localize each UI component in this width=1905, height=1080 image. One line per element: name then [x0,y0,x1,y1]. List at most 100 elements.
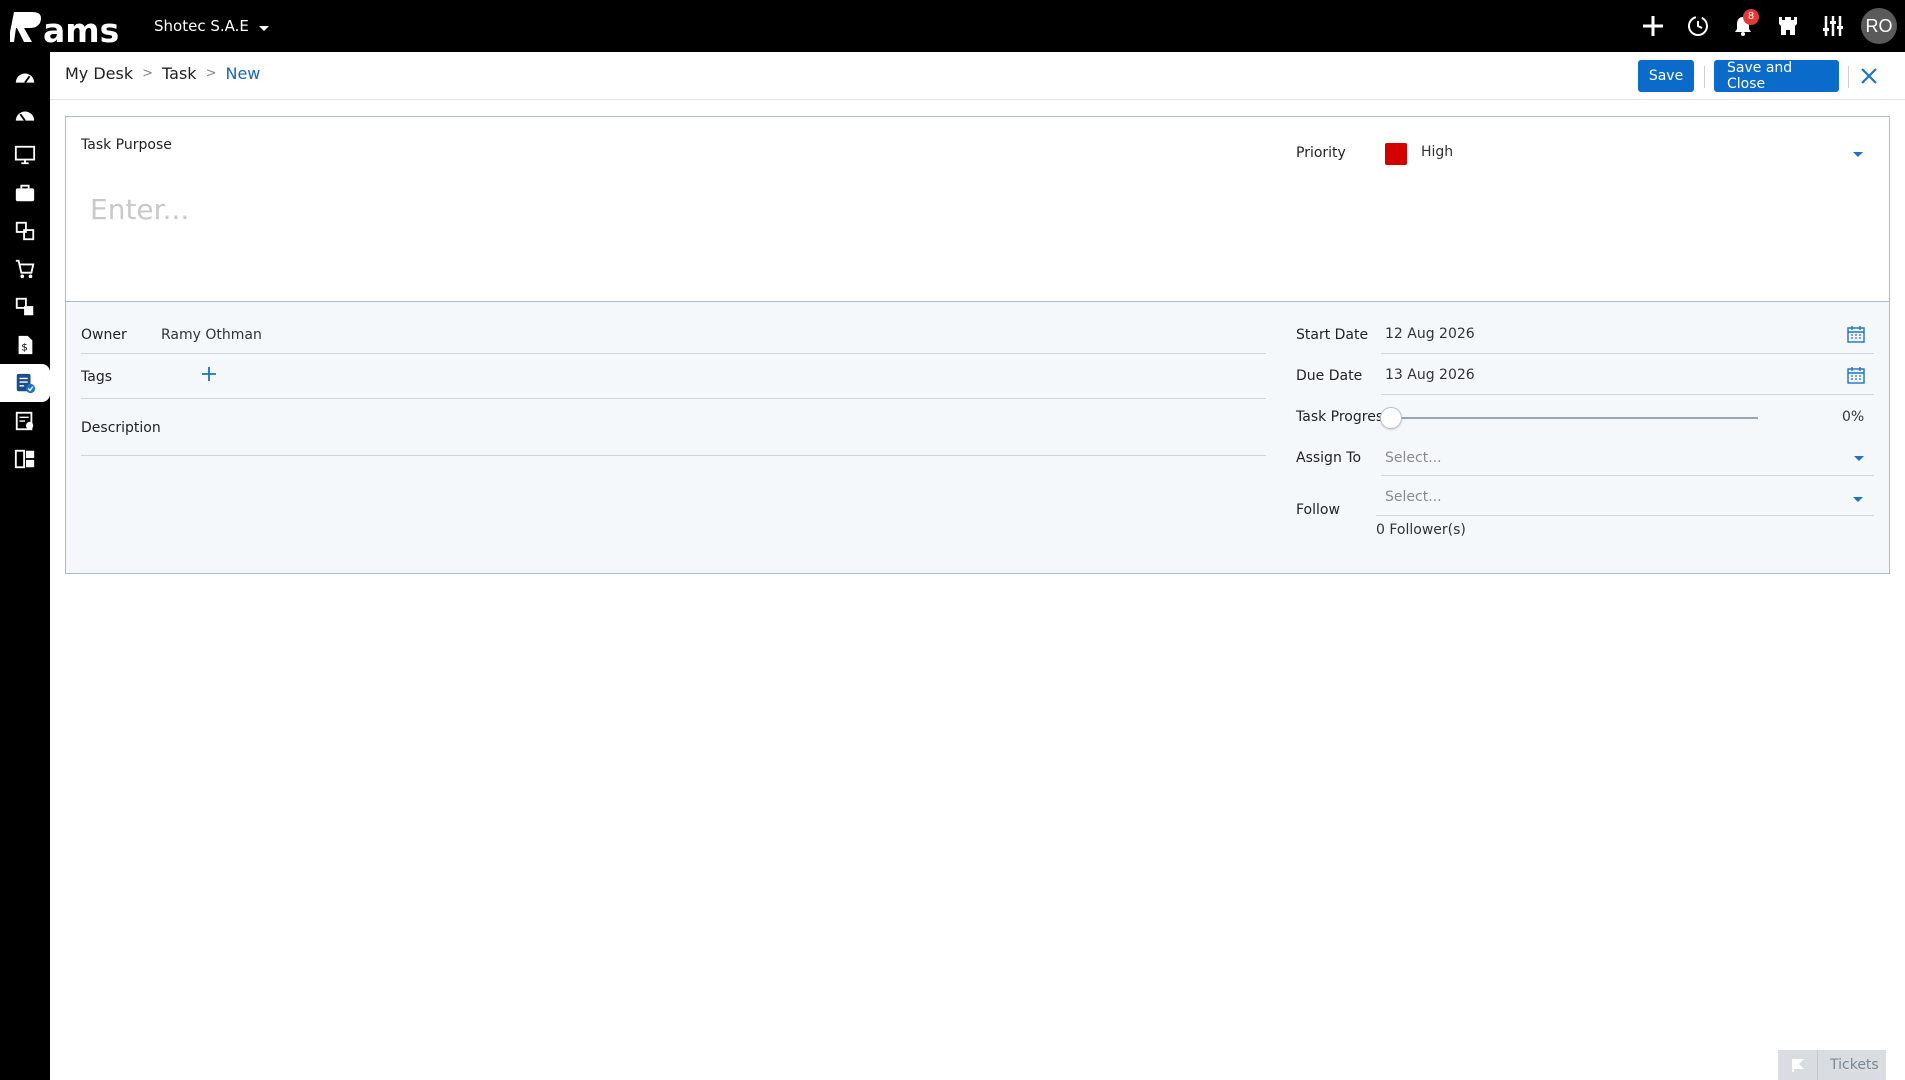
sidebar-item-modules-alt[interactable] [0,288,50,326]
chevron-right-icon: > [205,66,217,81]
briefcase-icon [15,184,35,202]
priority-label: Priority [1296,145,1346,161]
sidebar-item-monitor[interactable] [0,136,50,174]
add-button[interactable] [1630,0,1675,52]
start-date-value[interactable]: 12 Aug 2026 [1385,326,1475,342]
dashboard-gauge-icon [15,73,35,84]
owner-label: Owner [81,327,127,343]
modules-icon [15,221,35,241]
due-date-value[interactable]: 13 Aug 2026 [1385,367,1475,383]
user-avatar[interactable]: RO [1861,8,1897,44]
history-icon [1687,16,1708,36]
owner-value[interactable]: Ramy Othman [161,327,262,343]
sidebar-item-cart[interactable] [0,250,50,288]
breadcrumb-task[interactable]: Task [162,64,197,83]
close-icon [1861,68,1877,84]
app-logo[interactable]: ams [10,6,130,46]
breadcrumb-my-desk[interactable]: My Desk [65,64,133,83]
notification-badge: 8 [1743,9,1759,25]
priority-dropdown-icon[interactable] [1853,152,1863,157]
task-form-header: Task Purpose Enter... Priority High [66,117,1889,302]
divider [1376,515,1874,516]
sidebar-item-invoice[interactable] [0,402,50,440]
tickets-label: Tickets [1830,1057,1879,1073]
task-purpose-input[interactable]: Enter... [90,193,189,226]
sliders-icon [1822,16,1843,36]
divider [1381,353,1874,354]
chevron-right-icon: > [142,66,154,81]
notifications-button[interactable]: 8 [1720,0,1765,52]
divider [81,398,1266,399]
invoice-icon [15,411,34,431]
company-name: Shotec S.A.E [154,17,249,35]
calendar-icon [1847,367,1865,384]
breadcrumb-new: New [225,64,261,83]
chevron-down-icon [258,25,269,31]
rams-logo-icon: ams [10,11,119,46]
flag-icon [1791,1059,1804,1072]
task-progress-value: 0% [1842,409,1865,425]
settings-button[interactable] [1810,0,1855,52]
close-button[interactable] [1857,64,1881,88]
save-button[interactable]: Save [1638,60,1694,92]
monitor-icon [14,145,36,165]
shopping-cart-icon [15,259,35,279]
top-actions: 8 RO [1630,0,1905,52]
top-bar: ams Shotec S.A.E 8 RO [0,0,1905,52]
plus-icon [202,367,216,381]
sidebar-item-briefcase[interactable] [0,174,50,212]
priority-value[interactable]: High [1421,144,1453,160]
save-and-close-button[interactable]: Save and Close [1714,60,1839,92]
plus-icon [1642,16,1663,36]
follow-label: Follow [1296,502,1340,518]
start-date-calendar-button[interactable] [1847,325,1865,343]
task-progress-track[interactable] [1392,417,1758,419]
report-grid-icon [14,449,35,469]
tags-label: Tags [81,369,112,385]
sidebar-item-tasks[interactable] [0,364,50,402]
divider [1704,66,1705,88]
castle-button[interactable] [1765,0,1810,52]
due-date-label: Due Date [1296,368,1363,384]
priority-color-swatch [1385,143,1407,165]
divider [81,353,1266,354]
task-form: Task Purpose Enter... Priority High Owne… [65,116,1890,574]
follow-dropdown-icon[interactable] [1853,497,1863,502]
left-sidebar: $ [0,52,50,1080]
tickets-button[interactable]: Tickets [1778,1050,1886,1080]
due-date-calendar-button[interactable] [1847,366,1865,384]
assign-to-dropdown-icon[interactable] [1854,456,1864,461]
company-selector[interactable]: Shotec S.A.E [154,17,269,35]
divider [1848,66,1849,88]
svg-text:$: $ [21,343,27,354]
sidebar-item-dashboard[interactable] [0,60,50,98]
task-list-icon [16,373,36,394]
svg-text:ams: ams [43,11,119,46]
task-progress-label: Task Progress [1296,409,1391,425]
divider [1381,394,1874,395]
finance-document-icon: $ [18,335,33,355]
start-date-label: Start Date [1296,327,1369,343]
sidebar-item-reports[interactable] [0,440,50,478]
add-tag-button[interactable] [200,365,218,383]
modules-alt-icon [15,297,34,316]
task-purpose-label: Task Purpose [81,137,172,153]
ticket-icon-wrap [1778,1050,1818,1080]
followers-count: 0 Follower(s) [1376,522,1466,538]
calendar-icon [1847,326,1865,343]
assign-to-select[interactable]: Select... [1385,450,1442,466]
task-progress-slider-handle[interactable] [1380,407,1402,429]
castle-icon [1778,17,1797,35]
history-button[interactable] [1675,0,1720,52]
sidebar-item-dashboard-alt[interactable] [0,98,50,136]
description-input[interactable] [81,455,1266,456]
page-header: My Desk > Task > New Save Save and Close [50,52,1905,100]
divider [1381,475,1874,476]
follow-select[interactable]: Select... [1385,489,1442,505]
description-label: Description [81,420,161,436]
breadcrumb: My Desk > Task > New [65,64,260,83]
sidebar-item-modules[interactable] [0,212,50,250]
assign-to-label: Assign To [1296,450,1362,466]
sidebar-item-finance[interactable]: $ [0,326,50,364]
dashboard-gauge-alt-icon [15,111,35,122]
